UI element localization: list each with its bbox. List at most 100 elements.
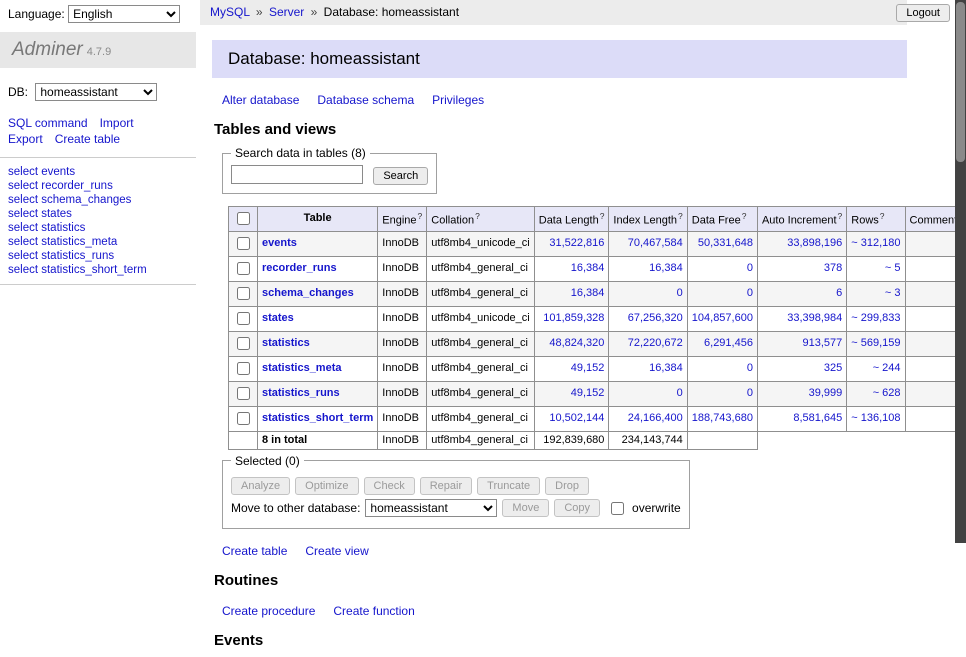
help-icon[interactable]: ? (475, 211, 480, 221)
action-link-privileges[interactable]: Privileges (432, 93, 484, 107)
db-select[interactable]: homeassistant (35, 83, 157, 101)
table-row: schema_changesInnoDButf8mb4_general_ci16… (229, 281, 966, 306)
sidebar-link-export[interactable]: Export (8, 132, 43, 146)
link-create-procedure[interactable]: Create procedure (222, 604, 315, 618)
link-create-function[interactable]: Create function (333, 604, 414, 618)
table-name-link[interactable]: states (262, 312, 294, 324)
breadcrumb-mysql-link[interactable]: MySQL (210, 5, 250, 19)
cell-auto_increment: 378 (757, 256, 846, 281)
tables-heading: Tables and views (214, 121, 907, 138)
sidebar-table-link[interactable]: select statistics_short_term (8, 264, 147, 276)
selected-fieldset: Selected (0) AnalyzeOptimizeCheckRepairT… (222, 454, 690, 529)
help-icon[interactable]: ? (880, 211, 885, 221)
table-row: statisticsInnoDButf8mb4_general_ci48,824… (229, 331, 966, 356)
row-checkbox[interactable] (237, 287, 250, 300)
cell-collation: utf8mb4_general_ci (427, 381, 534, 406)
language-bar: Language: English (8, 5, 180, 23)
repair-button[interactable]: Repair (420, 477, 472, 495)
cell-engine: InnoDB (378, 381, 427, 406)
sidebar-table-link[interactable]: select events (8, 166, 75, 178)
row-checkbox[interactable] (237, 237, 250, 250)
cell-collation: utf8mb4_unicode_ci (427, 306, 534, 331)
sidebar-table-link[interactable]: select statistics_runs (8, 250, 114, 262)
table-name-link[interactable]: statistics_meta (262, 362, 342, 374)
sidebar-table-item: select states (8, 207, 188, 221)
sidebar-table-link[interactable]: select schema_changes (8, 194, 131, 206)
cell-data_free: 6,291,456 (687, 331, 757, 356)
row-checkbox[interactable] (237, 362, 250, 375)
cell-auto_increment: 913,577 (757, 331, 846, 356)
copy-button[interactable]: Copy (554, 499, 600, 517)
column-label: Data Length (539, 214, 599, 226)
row-checkbox[interactable] (237, 412, 250, 425)
drop-button[interactable]: Drop (545, 477, 589, 495)
help-icon[interactable]: ? (742, 211, 747, 221)
bulk-action-buttons: Analyze Optimize Check Repair Truncate Drop (231, 477, 681, 495)
scrollbar-track[interactable] (955, 0, 966, 543)
cell-index_length: 16,384 (609, 356, 687, 381)
sidebar-link-sql-command[interactable]: SQL command (8, 116, 88, 130)
table-name-link[interactable]: statistics_runs (262, 387, 340, 399)
help-icon[interactable]: ? (838, 211, 843, 221)
table-row: eventsInnoDButf8mb4_unicode_ci31,522,816… (229, 231, 966, 256)
move-db-select[interactable]: homeassistant (365, 499, 497, 517)
cell-auto_increment: 33,898,196 (757, 231, 846, 256)
sidebar-table-link[interactable]: select recorder_runs (8, 180, 113, 192)
cell-table: statistics_short_term (258, 406, 378, 431)
db-selector-row: DB: homeassistant (0, 68, 196, 105)
breadcrumb-server-link[interactable]: Server (269, 5, 304, 19)
table-row: statistics_metaInnoDButf8mb4_general_ci4… (229, 356, 966, 381)
action-link-alter-database[interactable]: Alter database (222, 93, 299, 107)
row-checkbox[interactable] (237, 387, 250, 400)
analyze-button[interactable]: Analyze (231, 477, 290, 495)
cell-table: recorder_runs (258, 256, 378, 281)
cell-table: schema_changes (258, 281, 378, 306)
sidebar-table-item: select statistics (8, 221, 188, 235)
table-name-link[interactable]: statistics (262, 337, 310, 349)
select-all-checkbox[interactable] (237, 212, 250, 225)
overwrite-label: overwrite (632, 501, 681, 515)
column-label: Collation (431, 214, 474, 226)
language-select[interactable]: English (68, 5, 180, 23)
cell-rows: ~ 299,833 (847, 306, 905, 331)
sidebar-table-link[interactable]: select statistics_meta (8, 236, 117, 248)
table-name-link[interactable]: recorder_runs (262, 262, 337, 274)
overwrite-checkbox[interactable] (611, 502, 624, 515)
table-name-link[interactable]: schema_changes (262, 287, 354, 299)
row-checkbox[interactable] (237, 262, 250, 275)
column-label: Rows (851, 214, 879, 226)
row-check-cell (229, 281, 258, 306)
sidebar-table-link[interactable]: select statistics (8, 222, 85, 234)
row-checkbox[interactable] (237, 312, 250, 325)
sidebar-table-item: select recorder_runs (8, 179, 188, 193)
cell-rows: ~ 244 (847, 356, 905, 381)
cell-collation: utf8mb4_unicode_ci (427, 231, 534, 256)
search-input[interactable] (231, 165, 363, 184)
cell-data_free: 0 (687, 281, 757, 306)
help-icon[interactable]: ? (678, 211, 683, 221)
row-check-cell (229, 331, 258, 356)
table-name-link[interactable]: statistics_short_term (262, 412, 373, 424)
table-name-link[interactable]: events (262, 237, 297, 249)
link-create-table[interactable]: Create table (222, 544, 287, 558)
link-create-view[interactable]: Create view (305, 544, 368, 558)
help-icon[interactable]: ? (600, 211, 605, 221)
db-label: DB: (8, 85, 28, 99)
cell-data_length: 16,384 (534, 256, 609, 281)
check-button[interactable]: Check (364, 477, 415, 495)
help-icon[interactable]: ? (418, 211, 423, 221)
routines-heading: Routines (214, 572, 907, 589)
search-button[interactable]: Search (373, 167, 428, 185)
sidebar-link-import[interactable]: Import (100, 116, 134, 130)
sidebar-table-link[interactable]: select states (8, 208, 72, 220)
sidebar-link-create-table[interactable]: Create table (55, 132, 120, 146)
truncate-button[interactable]: Truncate (477, 477, 540, 495)
optimize-button[interactable]: Optimize (295, 477, 358, 495)
sidebar-table-item: select statistics_runs (8, 249, 188, 263)
move-button[interactable]: Move (502, 499, 549, 517)
row-checkbox[interactable] (237, 337, 250, 350)
action-link-database-schema[interactable]: Database schema (317, 93, 414, 107)
logout-button[interactable]: Logout (896, 4, 950, 22)
total-blank-cell (757, 431, 846, 449)
scrollbar-thumb[interactable] (956, 2, 965, 162)
